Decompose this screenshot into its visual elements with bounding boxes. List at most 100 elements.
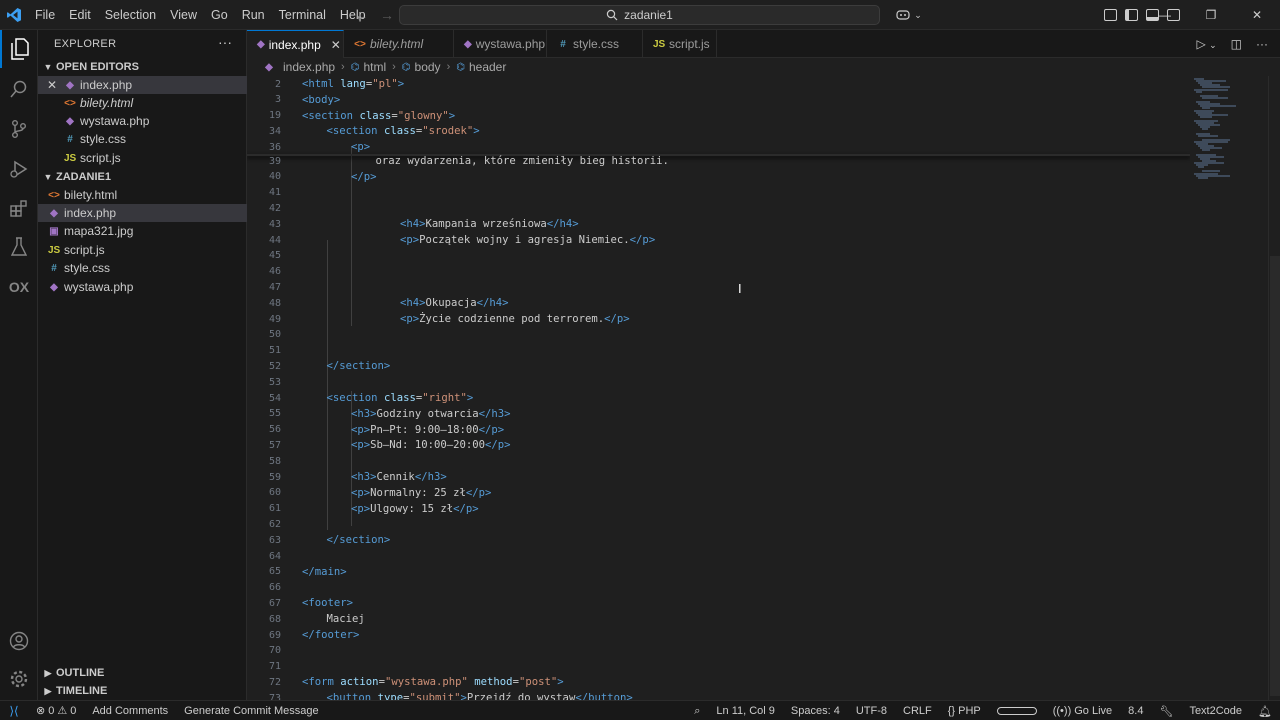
breadcrumb-item[interactable]: index.php [283,60,335,74]
scrollbar-thumb[interactable] [1270,256,1280,696]
code-line[interactable]: 45 [247,248,1190,264]
restore-icon[interactable]: ❐ [1188,0,1234,30]
toggle-primary-sidebar-icon[interactable] [1125,9,1138,21]
toggle-switch[interactable] [989,707,1045,715]
code-line[interactable]: 34 <section class="srodek"> [247,123,1190,139]
open-editors-header[interactable]: ▼ OPEN EDITORS [38,58,247,76]
customize-layout-icon[interactable] [1104,9,1117,21]
code-line[interactable]: 71 [247,659,1190,675]
tab-script-js[interactable]: JS script.js [643,30,717,58]
extensions-icon[interactable] [0,190,38,228]
wrench-icon[interactable]: 🔧︎ [1151,705,1181,718]
code-line[interactable]: 63 </section> [247,532,1190,548]
back-arrow-icon[interactable]: ← [354,7,368,23]
code-line[interactable]: 67 <footer> [247,595,1190,611]
code-line[interactable]: 64 [247,548,1190,564]
code-line[interactable]: 47 [247,279,1190,295]
open-editor-item[interactable]: # style.css [38,130,247,148]
folder-header[interactable]: ▼ ZADANIE1 [38,168,247,186]
explorer-icon[interactable] [0,30,38,68]
indentation[interactable]: Spaces: 4 [783,705,848,717]
account-icon[interactable] [0,622,38,660]
code-line[interactable]: 42 [247,200,1190,216]
code-line[interactable]: 55 <h3>Godziny otwarcia</h3> [247,406,1190,422]
breadcrumb-item[interactable]: body [415,60,441,74]
close-icon[interactable]: ✕ [331,38,341,52]
add-comments-button[interactable]: Add Comments [84,705,176,717]
file-item[interactable]: JS script.js [38,241,247,259]
breadcrumb-item[interactable]: header [469,60,506,74]
php-version[interactable]: 8.4 [1120,705,1151,717]
notifications-bell-icon[interactable]: 🔔︎ [1250,705,1280,718]
menu-view[interactable]: View [163,0,204,30]
zoom-icon[interactable]: ⌕ [686,705,708,718]
open-editor-item[interactable]: ◆ wystawa.php [38,112,247,130]
breadcrumb-item[interactable]: html [363,60,386,74]
forward-arrow-icon[interactable]: → [380,7,394,23]
cursor-position[interactable]: Ln 11, Col 9 [708,705,783,717]
tab-index-php[interactable]: ◆ index.php ✕ [247,30,344,58]
code-line[interactable]: 69 </footer> [247,627,1190,643]
menu-terminal[interactable]: Terminal [272,0,333,30]
more-actions-icon[interactable]: ··· [1256,37,1268,51]
menu-selection[interactable]: Selection [98,0,163,30]
code-line[interactable]: 3 <body> [247,92,1190,108]
problems-indicator[interactable]: ⊗ 0 ⚠ 0 [28,704,84,718]
manage-gear-icon[interactable] [0,660,38,698]
code-line[interactable]: 46 [247,264,1190,280]
code-line[interactable]: 39 oraz wydarzenia, które zmieniły bieg h… [247,153,1190,169]
code-line[interactable]: 51 [247,343,1190,359]
testing-icon[interactable] [0,228,38,266]
code-line[interactable]: 70 [247,643,1190,659]
code-line[interactable]: 48 <h4>Okupacja</h4> [247,295,1190,311]
code-line[interactable]: 43 <h4>Kampania wrześniowa</h4> [247,216,1190,232]
code-line[interactable]: 40 </p> [247,169,1190,185]
remote-explorer-icon[interactable]: OX [0,268,38,306]
menu-edit[interactable]: Edit [62,0,98,30]
run-debug-icon[interactable] [0,150,38,188]
tab-style-css[interactable]: # style.css [547,30,643,58]
code-line[interactable]: 54 <section class="right"> [247,390,1190,406]
code-line[interactable]: 62 [247,516,1190,532]
encoding[interactable]: UTF-8 [848,705,895,717]
minimize-icon[interactable]: — [1142,0,1188,30]
tab-wystawa-php[interactable]: ◆ wystawa.php [454,30,547,58]
code-line[interactable]: 53 [247,374,1190,390]
code-line[interactable]: 59 <h3>Cennik</h3> [247,469,1190,485]
code-line[interactable]: 60 <p>Normalny: 25 zł</p> [247,485,1190,501]
end-of-line[interactable]: CRLF [895,705,940,717]
file-item[interactable]: ◆ index.php [38,204,247,222]
close-icon[interactable]: ✕ [47,78,61,92]
code-line[interactable]: 2 <html lang="pl"> [247,76,1190,92]
minimap[interactable] [1190,76,1268,700]
code-line[interactable]: 52 </section> [247,358,1190,374]
menu-file[interactable]: File [28,0,62,30]
search-icon[interactable] [0,70,38,108]
command-center-search[interactable]: zadanie1 [399,5,880,25]
source-control-icon[interactable] [0,110,38,148]
code-line[interactable]: 41 [247,185,1190,201]
code-line[interactable]: 61 <p>Ulgowy: 15 zł</p> [247,501,1190,517]
vertical-scrollbar[interactable] [1268,76,1280,700]
code-line[interactable]: 57 <p>Sb–Nd: 10:00–20:00</p> [247,437,1190,453]
code-editor[interactable]: 2 <html lang="pl"> 3 <body> 19 <section class… [247,76,1190,700]
file-item[interactable]: ▣ mapa321.jpg [38,222,247,240]
run-icon[interactable]: ▷ ⌄ [1197,37,1217,51]
open-editor-item[interactable]: <> bilety.html [38,94,247,112]
timeline-header[interactable]: ▶ TIMELINE [38,682,247,700]
open-editor-item[interactable]: ✕ ◆ index.php [38,76,247,94]
text2code-button[interactable]: Text2Code [1181,705,1250,717]
code-line[interactable]: 49 <p>Życie codzienne pod terrorem.</p> [247,311,1190,327]
menu-run[interactable]: Run [235,0,272,30]
close-window-icon[interactable]: ✕ [1234,0,1280,30]
go-live-button[interactable]: ((•)) Go Live [1045,705,1120,717]
remote-indicator-icon[interactable]: ⟩⟨ [0,701,28,720]
more-actions-icon[interactable]: ··· [218,34,232,50]
code-line[interactable]: 56 <p>Pn–Pt: 9:00–18:00</p> [247,422,1190,438]
file-item[interactable]: ◆ wystawa.php [38,278,247,296]
outline-header[interactable]: ▶ OUTLINE [38,664,247,682]
split-editor-icon[interactable]: ◫ [1231,37,1242,51]
code-line[interactable]: 19 <section class="glowny"> [247,108,1190,124]
generate-commit-button[interactable]: Generate Commit Message [176,705,327,717]
code-line[interactable]: 66 [247,580,1190,596]
